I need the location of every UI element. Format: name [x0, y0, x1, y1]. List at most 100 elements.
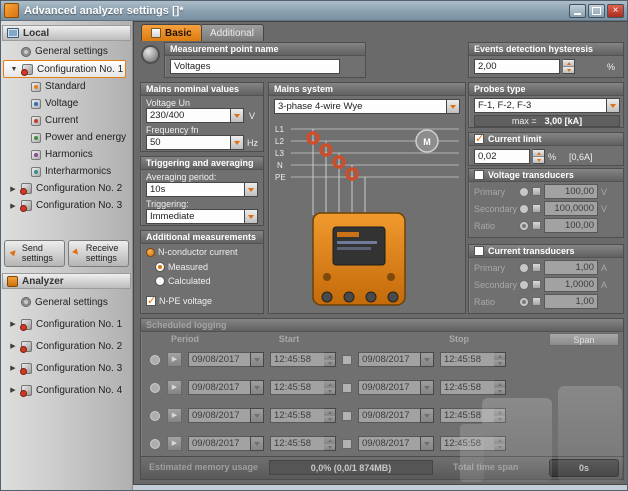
- span-header-button[interactable]: Span: [549, 333, 619, 346]
- current-limit-checkbox[interactable]: [474, 132, 484, 145]
- sidebar-item-harmonics[interactable]: Harmonics: [1, 146, 132, 163]
- stop-time-spinner[interactable]: [494, 352, 506, 367]
- chevron-collapsed-icon[interactable]: ▶: [9, 202, 17, 210]
- stop-time-input[interactable]: 12:45:58: [440, 436, 506, 451]
- stop-time-spinner[interactable]: [494, 436, 506, 451]
- row-trigger-button[interactable]: ▶: [167, 436, 182, 451]
- sidebar-item-local-configuration-1[interactable]: ▼ Configuration No. 1: [3, 60, 126, 78]
- primary-value[interactable]: 1,00: [544, 260, 598, 275]
- start-date-select[interactable]: 09/08/2017: [188, 352, 264, 367]
- ratio-radio[interactable]: [519, 220, 529, 231]
- sidebar-item-local-configuration-2[interactable]: ▶ Configuration No. 2: [1, 180, 132, 197]
- chevron-collapsed-icon[interactable]: ▶: [9, 342, 17, 350]
- secondary-value[interactable]: 1,0000: [544, 277, 598, 292]
- sidebar-item-local-configuration-3[interactable]: ▶ Configuration No. 3: [1, 197, 132, 214]
- sidebar-item-power-and-energy[interactable]: Power and energy: [1, 129, 132, 146]
- ratio-value[interactable]: 1,00: [544, 294, 598, 309]
- ratio-radio[interactable]: [519, 296, 529, 307]
- primary-radio[interactable]: [519, 186, 529, 197]
- triggering-select[interactable]: Immediate: [146, 209, 258, 224]
- start-date-select[interactable]: 09/08/2017: [188, 380, 264, 395]
- current-transducers-checkbox[interactable]: [474, 246, 484, 256]
- averaging-period-dropdown-button[interactable]: [244, 182, 258, 197]
- chevron-expanded-icon[interactable]: ▼: [10, 66, 18, 73]
- stop-date-dropdown-button[interactable]: [420, 408, 434, 423]
- start-time-spinner[interactable]: [324, 380, 336, 395]
- stop-time-input[interactable]: 12:45:58: [440, 380, 506, 395]
- stop-date-select[interactable]: 09/08/2017: [358, 352, 434, 367]
- calculated-radio[interactable]: [155, 276, 165, 286]
- maximize-button[interactable]: [588, 3, 605, 18]
- stop-date-dropdown-button[interactable]: [420, 436, 434, 451]
- stop-time-input[interactable]: 12:45:58: [440, 352, 506, 367]
- send-settings-button[interactable]: ▲ Send settings: [4, 240, 65, 267]
- averaging-period-select[interactable]: 10s: [146, 182, 258, 197]
- sidebar-item-analyzer-general-settings[interactable]: General settings: [1, 291, 132, 313]
- minimize-button[interactable]: [569, 3, 586, 18]
- start-time-input[interactable]: 12:45:58: [270, 380, 336, 395]
- start-date-dropdown-button[interactable]: [250, 408, 264, 423]
- hysteresis-spinner[interactable]: [563, 59, 575, 74]
- sidebar-item-analyzer-configuration-2[interactable]: ▶ Configuration No. 2: [1, 335, 132, 357]
- stop-date-select[interactable]: 09/08/2017: [358, 380, 434, 395]
- start-time-input[interactable]: 12:45:58: [270, 436, 336, 451]
- measurement-point-input[interactable]: [170, 59, 340, 74]
- stop-enable-checkbox[interactable]: [342, 410, 352, 421]
- sidebar-item-analyzer-configuration-4[interactable]: ▶ Configuration No. 4: [1, 379, 132, 401]
- sidebar-item-voltage[interactable]: Voltage: [1, 95, 132, 112]
- voltage-un-dropdown-button[interactable]: [230, 108, 244, 123]
- stop-time-spinner[interactable]: [494, 408, 506, 423]
- current-limit-spinner[interactable]: [533, 149, 545, 164]
- row-trigger-button[interactable]: ▶: [167, 408, 182, 423]
- sidebar-item-current[interactable]: Current: [1, 112, 132, 129]
- stop-enable-checkbox[interactable]: [342, 354, 352, 365]
- start-time-spinner[interactable]: [324, 352, 336, 367]
- start-date-dropdown-button[interactable]: [250, 352, 264, 367]
- measured-radio[interactable]: [155, 262, 165, 272]
- stop-date-dropdown-button[interactable]: [420, 352, 434, 367]
- chevron-collapsed-icon[interactable]: ▶: [9, 320, 17, 328]
- start-time-spinner[interactable]: [324, 436, 336, 451]
- start-date-select[interactable]: 09/08/2017: [188, 408, 264, 423]
- chevron-collapsed-icon[interactable]: ▶: [9, 185, 17, 193]
- start-date-select[interactable]: 09/08/2017: [188, 436, 264, 451]
- tab-basic[interactable]: Basic: [141, 24, 202, 41]
- frequency-dropdown-button[interactable]: [230, 135, 244, 150]
- start-time-input[interactable]: 12:45:58: [270, 408, 336, 423]
- sidebar-item-local-general-settings[interactable]: General settings: [1, 43, 132, 60]
- receive-settings-button[interactable]: ▼ Receive settings: [68, 240, 129, 267]
- probes-type-dropdown-button[interactable]: [606, 98, 620, 113]
- secondary-value[interactable]: 100,0000: [544, 201, 598, 216]
- probes-type-select[interactable]: F-1, F-2, F-3: [474, 98, 620, 113]
- stop-time-spinner[interactable]: [494, 380, 506, 395]
- start-time-input[interactable]: 12:45:58: [270, 352, 336, 367]
- sidebar-item-interharmonics[interactable]: Interharmonics: [1, 163, 132, 180]
- mains-system-dropdown-button[interactable]: [446, 99, 460, 114]
- secondary-radio[interactable]: [519, 279, 529, 290]
- voltage-un-select[interactable]: 230/400: [146, 108, 244, 123]
- row-trigger-button[interactable]: ▶: [167, 352, 182, 367]
- stop-date-select[interactable]: 09/08/2017: [358, 436, 434, 451]
- row-trigger-button[interactable]: ▶: [167, 380, 182, 395]
- start-date-dropdown-button[interactable]: [250, 436, 264, 451]
- hysteresis-input[interactable]: [474, 59, 560, 74]
- tab-additional[interactable]: Additional: [200, 24, 264, 41]
- current-limit-input[interactable]: [474, 149, 530, 164]
- primary-value[interactable]: 100,00: [544, 184, 598, 199]
- close-button[interactable]: ×: [607, 3, 624, 18]
- sidebar-item-analyzer-configuration-1[interactable]: ▶ Configuration No. 1: [1, 313, 132, 335]
- secondary-radio[interactable]: [519, 203, 529, 214]
- triggering-dropdown-button[interactable]: [244, 209, 258, 224]
- npe-voltage-checkbox[interactable]: [146, 294, 156, 307]
- stop-time-input[interactable]: 12:45:58: [440, 408, 506, 423]
- mains-system-select[interactable]: 3-phase 4-wire Wye: [274, 99, 460, 114]
- ratio-value[interactable]: 100,00: [544, 218, 598, 233]
- frequency-select[interactable]: 50: [146, 135, 244, 150]
- stop-enable-checkbox[interactable]: [342, 382, 352, 393]
- chevron-collapsed-icon[interactable]: ▶: [9, 386, 17, 394]
- primary-radio[interactable]: [519, 262, 529, 273]
- start-time-spinner[interactable]: [324, 408, 336, 423]
- sidebar-item-analyzer-configuration-3[interactable]: ▶ Configuration No. 3: [1, 357, 132, 379]
- chevron-collapsed-icon[interactable]: ▶: [9, 364, 17, 372]
- stop-date-select[interactable]: 09/08/2017: [358, 408, 434, 423]
